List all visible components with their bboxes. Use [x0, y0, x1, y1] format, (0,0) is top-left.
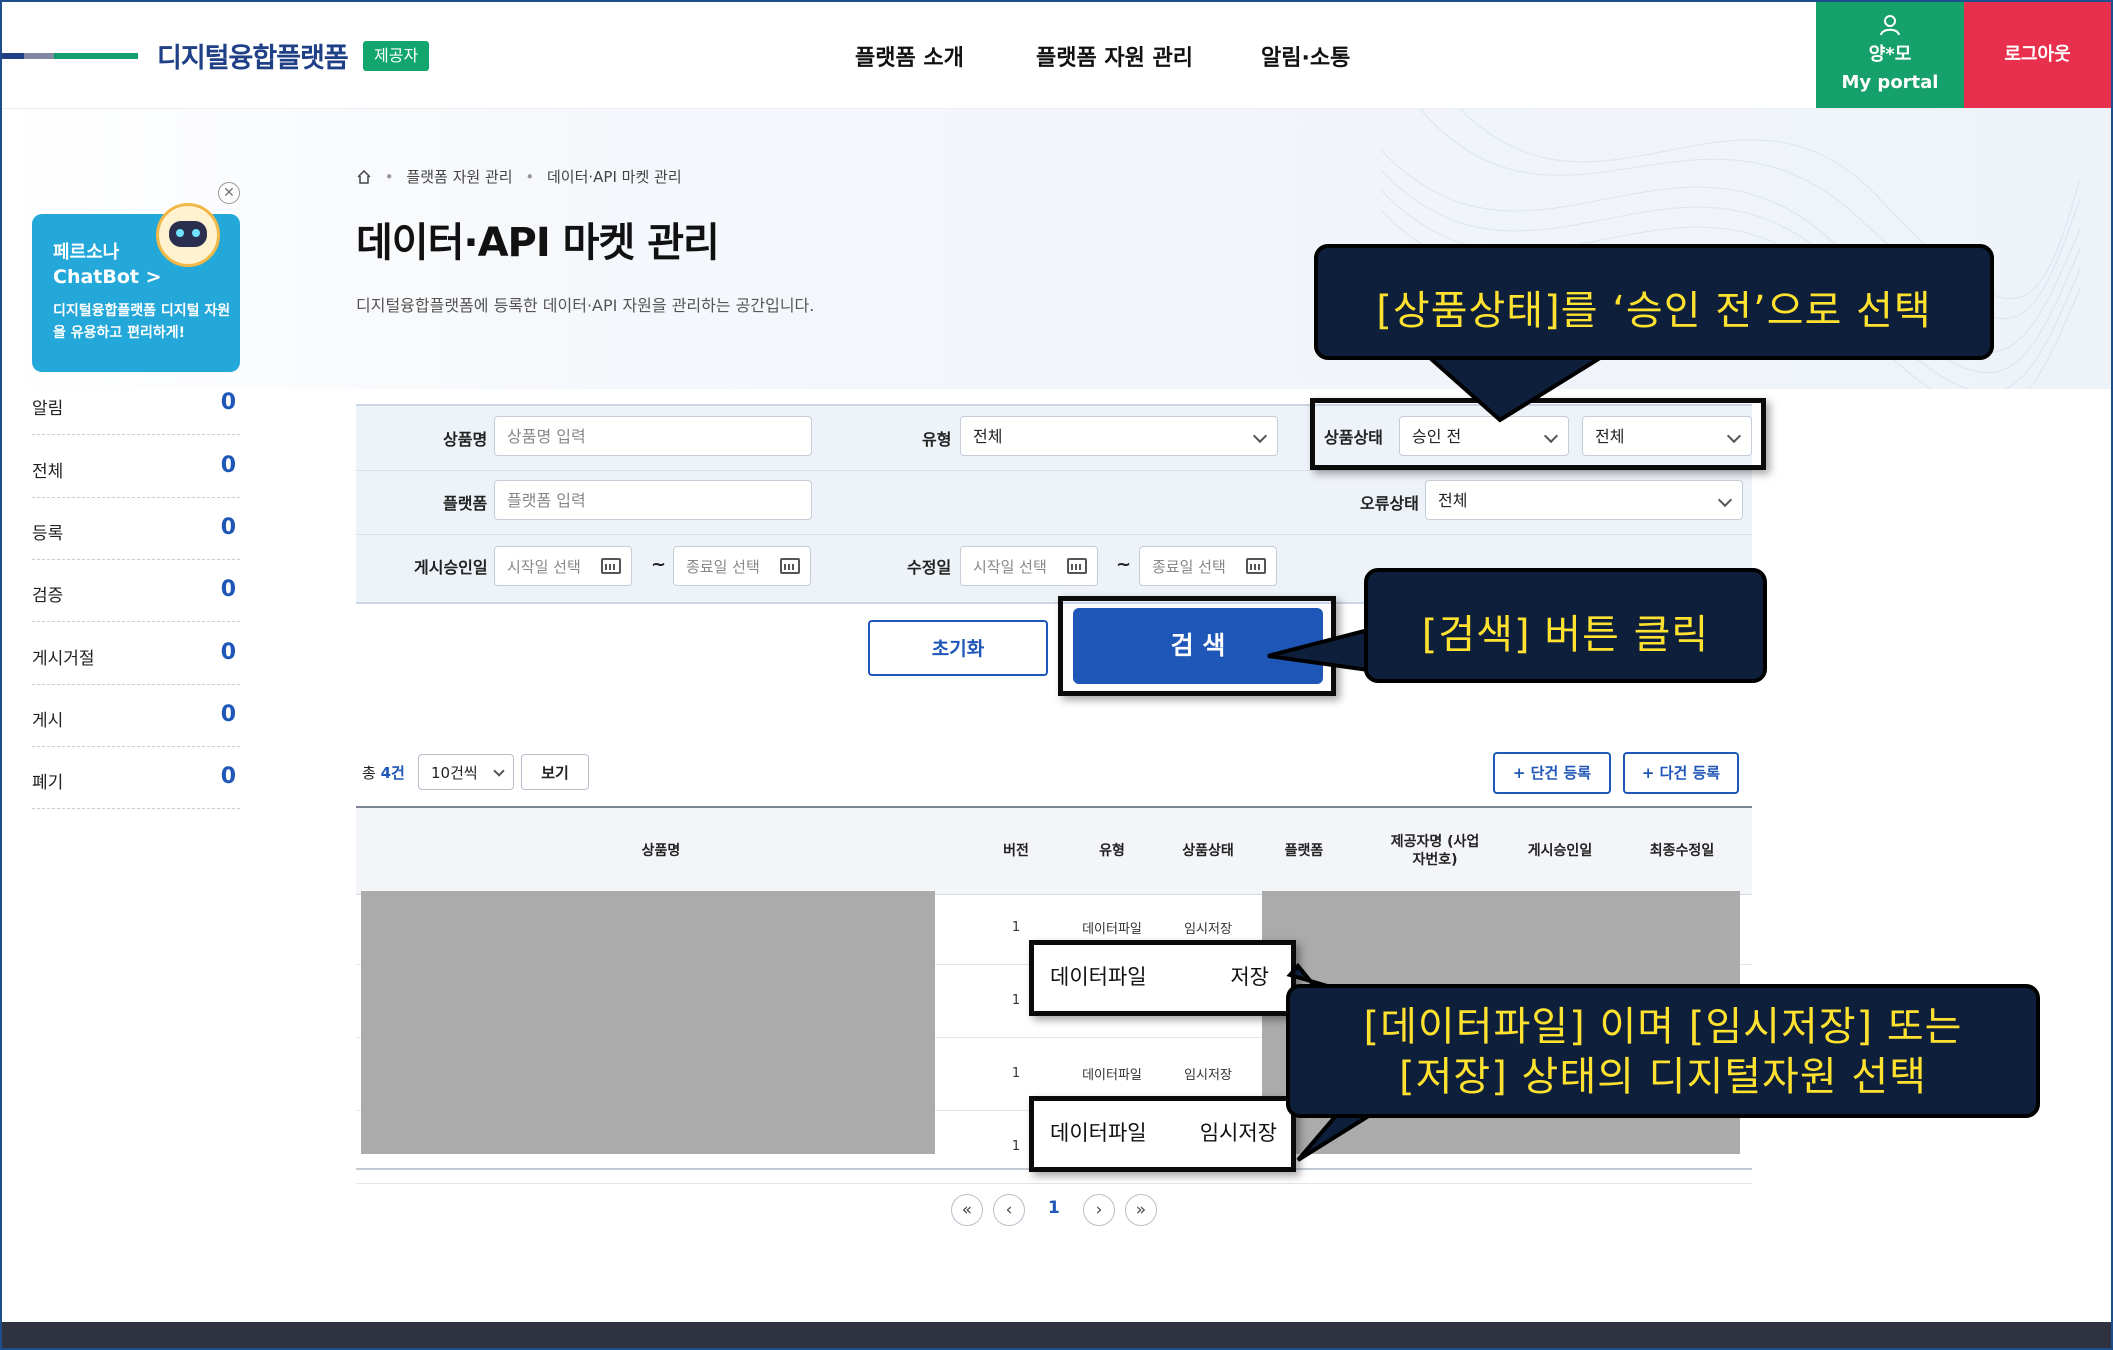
- status-hint-text: [상품상태]를 ‘승인 전’으로 선택: [1376, 288, 1932, 334]
- callout-pointers: [1267, 356, 1608, 1162]
- search-hint-callout: [검색] 버튼 클릭: [1364, 568, 1767, 683]
- select-hint-callout: [데이터파일] 이며 [임시저장] 또는 [저장] 상태의 디지털자원 선택: [1286, 984, 2040, 1118]
- footer-bar: [2, 1322, 2111, 1348]
- select-hint-line1: [데이터파일] 이며 [임시저장] 또는: [1363, 1004, 1963, 1050]
- select-hint-line2: [저장] 상태의 디지털자원 선택: [1399, 1054, 1927, 1100]
- search-hint-text: [검색] 버튼 클릭: [1421, 612, 1710, 658]
- status-hint-callout: [상품상태]를 ‘승인 전’으로 선택: [1314, 244, 1994, 360]
